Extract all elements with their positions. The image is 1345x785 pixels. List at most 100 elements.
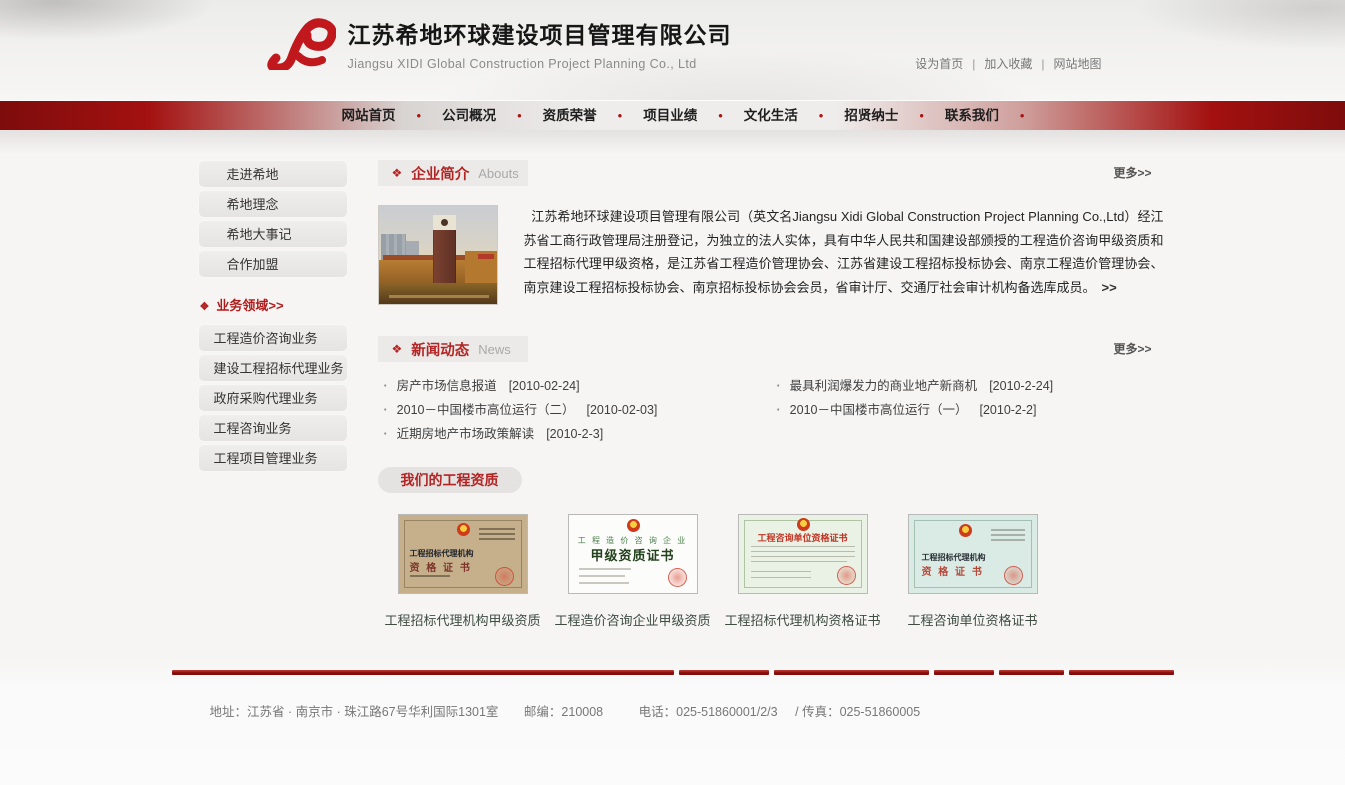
about-section-title: 企业简介 — [411, 163, 469, 184]
certificate-text-line — [991, 529, 1025, 531]
nav-item-contact[interactable]: 联系我们 — [924, 101, 1020, 131]
link-sitemap[interactable]: 网站地图 — [1053, 57, 1101, 71]
news-item-date: [2010-02-24] — [509, 379, 580, 393]
nav-item-company[interactable]: 公司概况 — [421, 101, 517, 131]
nav-separator-dot: • — [1020, 101, 1025, 131]
certificate-image[interactable]: 工程招标代理机构 资 格 证 书 — [398, 514, 528, 594]
company-intro: 江苏希地环球建设项目管理有限公司（英文名Jiangsu Xidi Global … — [378, 205, 1164, 305]
divider-segment — [934, 670, 994, 675]
qualifications-heading-label: 我们的工程资质 — [401, 470, 499, 490]
certificate-text-line — [991, 539, 1025, 541]
diamond-icon: ❖ — [392, 166, 403, 180]
certificate-column: 工程咨询单位资格证书 工程招标代理机构资格证书 — [718, 514, 888, 629]
certificate-caption: 工程招标代理机构甲级资质 — [384, 610, 540, 629]
certificate-text-line — [579, 582, 629, 584]
certificate-text-line — [479, 533, 515, 535]
footer-separator: / — [795, 705, 798, 719]
seal-icon — [837, 566, 856, 585]
nav-item-projects[interactable]: 项目业绩 — [622, 101, 718, 131]
certificate-image[interactable]: 工程咨询单位资格证书 — [738, 514, 868, 594]
certificate-subtitle: 资 格 证 书 — [410, 559, 472, 574]
sidebar-item-bidding-agency[interactable]: 建设工程招标代理业务 — [198, 354, 348, 382]
news-item-date: [2010-2-3] — [546, 427, 603, 441]
emblem-icon — [457, 523, 470, 536]
company-name: 江苏希地环球建设项目管理有限公司 — [348, 16, 732, 50]
bullet-icon: · — [384, 403, 388, 417]
photo-red-sign — [478, 254, 494, 259]
certificate-column: 工程招标代理机构 资 格 证 书 工程咨询单位资格证书 — [888, 514, 1058, 629]
quick-links: 设为首页|加入收藏|网站地图 — [915, 55, 1101, 72]
certificate-image[interactable]: 工 程 造 价 咨 询 企 业 甲级资质证书 — [568, 514, 698, 594]
about-section-subtitle: Abouts — [478, 166, 518, 181]
sidebar-item-gov-procurement[interactable]: 政府采购代理业务 — [198, 384, 348, 412]
footer-fax: 传真：025-51860005 — [802, 705, 920, 719]
emblem-icon — [797, 518, 810, 531]
about-more-link[interactable]: 更多>> — [1113, 164, 1151, 181]
news-item-date: [2010-2-24] — [989, 379, 1053, 393]
emblem-icon — [627, 519, 640, 532]
emblem-icon — [959, 524, 972, 537]
diamond-icon: ❖ — [392, 342, 403, 356]
certificate-text-line — [991, 534, 1025, 536]
link-set-homepage[interactable]: 设为首页 — [915, 57, 963, 71]
nav-item-home[interactable]: 网站首页 — [321, 101, 417, 131]
certificate-text-line — [479, 528, 515, 530]
news-more-link[interactable]: 更多>> — [1113, 340, 1151, 357]
divider-segment — [679, 670, 769, 675]
news-section-subtitle: News — [478, 342, 511, 357]
intro-more-link[interactable]: >> — [1102, 280, 1117, 295]
news-column-left: · 房产市场信息报道 [2010-02-24] · 2010－中国楼市高位运行（… — [378, 375, 771, 447]
footer-divider — [172, 670, 1174, 675]
footer-zipcode: 邮编：210008 — [524, 705, 603, 719]
certificate-subtitle: 甲级资质证书 — [569, 545, 697, 564]
news-item-date: [2010-02-03] — [586, 403, 657, 417]
divider-segment — [999, 670, 1064, 675]
sidebar-item-xidi-events[interactable]: 希地大事记 — [198, 220, 348, 248]
photo-water-glint — [389, 295, 489, 298]
certificate-text-line — [751, 546, 855, 547]
certificate-column: 工 程 造 价 咨 询 企 业 甲级资质证书 工程造价咨询企业甲级资质 — [548, 514, 718, 629]
certificate-text-line — [479, 538, 515, 540]
news-item-title: 最具利润爆发力的商业地产新商机 — [790, 375, 978, 394]
news-item-title: 2010－中国楼市高位运行（二） — [397, 399, 575, 418]
nav-items: 网站首页• 公司概况• 资质荣誉• 项目业绩• 文化生活• 招贤纳士• 联系我们… — [0, 101, 1345, 131]
divider-segment — [1069, 670, 1174, 675]
sidebar-item-eng-consulting[interactable]: 工程咨询业务 — [198, 414, 348, 442]
nav-item-culture[interactable]: 文化生活 — [723, 101, 819, 131]
intro-paragraph-text: 江苏希地环球建设项目管理有限公司（英文名Jiangsu Xidi Global … — [524, 209, 1164, 295]
news-item[interactable]: · 最具利润爆发力的商业地产新商机 [2010-2-24] — [771, 375, 1164, 399]
sidebar-item-cost-consulting[interactable]: 工程造价咨询业务 — [198, 324, 348, 352]
nav-item-recruit[interactable]: 招贤纳士 — [823, 101, 919, 131]
news-item[interactable]: · 近期房地产市场政策解读 [2010-2-3] — [378, 423, 771, 447]
logo-swirl-icon — [264, 14, 336, 70]
news-item[interactable]: · 房产市场信息报道 [2010-02-24] — [378, 375, 771, 399]
certificate-image[interactable]: 工程招标代理机构 资 格 证 书 — [908, 514, 1038, 594]
company-intro-paragraph: 江苏希地环球建设项目管理有限公司（英文名Jiangsu Xidi Global … — [524, 205, 1164, 305]
certificate-text-line — [751, 571, 811, 572]
company-logo-icon[interactable] — [264, 14, 336, 70]
certificate-title: 工程招标代理机构 — [410, 548, 474, 559]
news-section-header: ❖ 新闻动态 News 更多>> — [378, 336, 1164, 362]
certificate-title: 工程咨询单位资格证书 — [739, 531, 867, 544]
sidebar-item-about-xidi[interactable]: 走进希地 — [198, 160, 348, 188]
link-add-favorite[interactable]: 加入收藏 — [984, 57, 1032, 71]
bullet-icon: · — [384, 379, 388, 393]
sidebar-item-xidi-idea[interactable]: 希地理念 — [198, 190, 348, 218]
news-column-right: · 最具利润爆发力的商业地产新商机 [2010-2-24] · 2010－中国楼… — [771, 375, 1164, 447]
sidebar-item-project-management[interactable]: 工程项目管理业务 — [198, 444, 348, 472]
news-item[interactable]: · 2010－中国楼市高位运行（一） [2010-2-2] — [771, 399, 1164, 423]
news-item[interactable]: · 2010－中国楼市高位运行（二） [2010-02-03] — [378, 399, 771, 423]
bullet-icon: · — [777, 379, 781, 393]
certificate-title: 工程招标代理机构 — [922, 552, 986, 563]
certificate-text-line — [751, 556, 855, 557]
sidebar-item-cooperation[interactable]: 合作加盟 — [198, 250, 348, 278]
site-footer: 地址：江苏省 · 南京市 · 珠江路67号华利国际1301室 邮编：210008… — [172, 670, 1174, 720]
divider-segment — [774, 670, 929, 675]
news-section-title: 新闻动态 — [411, 339, 469, 360]
certificate-caption: 工程造价咨询企业甲级资质 — [554, 610, 710, 629]
nav-item-qualification[interactable]: 资质荣誉 — [522, 101, 618, 131]
certificate-text-line — [410, 575, 450, 577]
certificates-row: 工程招标代理机构 资 格 证 书 工程招标代理机构甲级资质 工 程 造 价 咨 … — [378, 514, 1164, 629]
news-section-chip: ❖ 新闻动态 News — [378, 336, 528, 362]
bullet-icon: · — [384, 427, 388, 441]
